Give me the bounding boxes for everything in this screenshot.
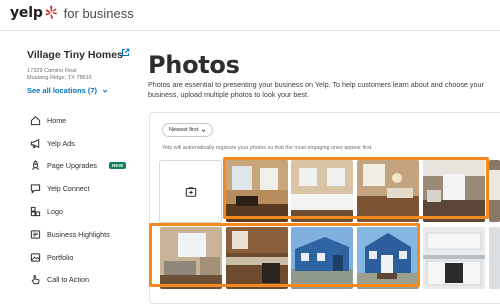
speech-bubble-icon — [30, 184, 41, 195]
photo-thumbnail — [489, 160, 500, 222]
chevron-down-icon — [102, 89, 108, 93]
photo-tile[interactable] — [291, 160, 353, 222]
chevron-down-icon — [201, 128, 206, 132]
sidebar-item-logo[interactable]: Logo — [30, 200, 135, 223]
sidebar: Village Tiny Homes 17329 Camino Real Mus… — [0, 31, 135, 291]
sidebar-item-page-upgrades[interactable]: Page Upgrades NEW — [30, 155, 135, 178]
new-badge: NEW — [108, 162, 127, 170]
sidebar-item-business-highlights[interactable]: Business Highlights — [30, 223, 135, 246]
sidebar-item-label: Page Upgrades — [47, 161, 97, 171]
portfolio-icon — [30, 253, 41, 262]
hand-pointer-icon — [31, 275, 40, 285]
sidebar-item-home[interactable]: Home — [30, 109, 135, 132]
photo-thumbnail — [226, 227, 288, 289]
photo-thumbnail — [423, 160, 485, 222]
photo-thumbnail — [357, 160, 419, 222]
highlights-icon — [30, 230, 41, 239]
photo-thumbnail — [226, 160, 288, 222]
see-all-locations-label: See all locations (7) — [27, 86, 98, 95]
photo-tile[interactable] — [423, 160, 485, 222]
photo-thumbnail — [160, 227, 222, 289]
sidebar-item-label: Business Highlights — [47, 229, 110, 239]
sidebar-item-portfolio[interactable]: Portfolio — [30, 246, 135, 269]
see-all-locations-link[interactable]: See all locations (7) — [27, 86, 108, 95]
address-line-1: 17329 Camino Real — [27, 68, 77, 74]
sidebar-item-label: Logo — [47, 207, 63, 217]
add-photo-tile[interactable] — [159, 160, 222, 223]
logo-suffix: for business — [63, 5, 134, 21]
logo-blocks-icon — [30, 206, 41, 217]
photo-tile[interactable] — [423, 227, 485, 289]
top-bar: yelp for business — [0, 0, 500, 31]
add-photo-icon — [185, 186, 196, 197]
photo-tile[interactable] — [489, 227, 500, 289]
sidebar-item-call-to-action[interactable]: Call to Action — [30, 269, 135, 292]
address-line-2: Mustang Ridge, TX 78616 — [27, 75, 92, 81]
photo-thumbnail — [291, 160, 353, 222]
photo-thumbnail — [489, 227, 500, 289]
yelp-for-business-logo[interactable]: yelp for business — [10, 5, 134, 21]
photo-tile[interactable] — [291, 227, 353, 289]
sort-note: Yelp will automatically organize your ph… — [162, 145, 373, 151]
photo-tile[interactable] — [357, 160, 419, 222]
rocket-icon — [31, 160, 40, 171]
sidebar-item-label: Yelp Ads — [47, 138, 75, 148]
sidebar-nav: Home Yelp Ads Page Upgrades NEW Yelp Con… — [30, 109, 135, 291]
photo-tile[interactable] — [160, 227, 222, 289]
sort-dropdown[interactable]: Newest first — [162, 123, 214, 137]
sort-dropdown-label: Newest first — [169, 127, 199, 133]
photo-thumbnail — [357, 227, 419, 289]
sidebar-item-label: Home — [47, 115, 67, 125]
sidebar-item-label: Yelp Connect — [47, 184, 90, 194]
business-name: Village Tiny Homes — [27, 49, 123, 61]
photo-tile[interactable] — [226, 227, 288, 289]
sidebar-item-label: Portfolio — [47, 252, 74, 262]
sidebar-item-yelp-connect[interactable]: Yelp Connect — [30, 177, 135, 200]
megaphone-icon — [30, 138, 40, 148]
yelp-burst-icon — [45, 5, 57, 19]
logo-wordmark: yelp — [10, 5, 43, 21]
page-title: Photos — [148, 51, 240, 79]
sidebar-item-yelp-ads[interactable]: Yelp Ads — [30, 132, 135, 155]
photo-tile[interactable] — [357, 227, 419, 289]
photo-thumbnail — [291, 227, 353, 289]
photo-tile[interactable] — [226, 160, 288, 222]
home-icon — [30, 116, 41, 126]
external-link-icon[interactable] — [121, 48, 130, 57]
photo-thumbnail — [423, 227, 485, 289]
photo-tile[interactable] — [489, 160, 500, 222]
sidebar-item-label: Call to Action — [47, 275, 89, 285]
photos-intro-text: Photos are essential to presenting your … — [148, 80, 484, 99]
